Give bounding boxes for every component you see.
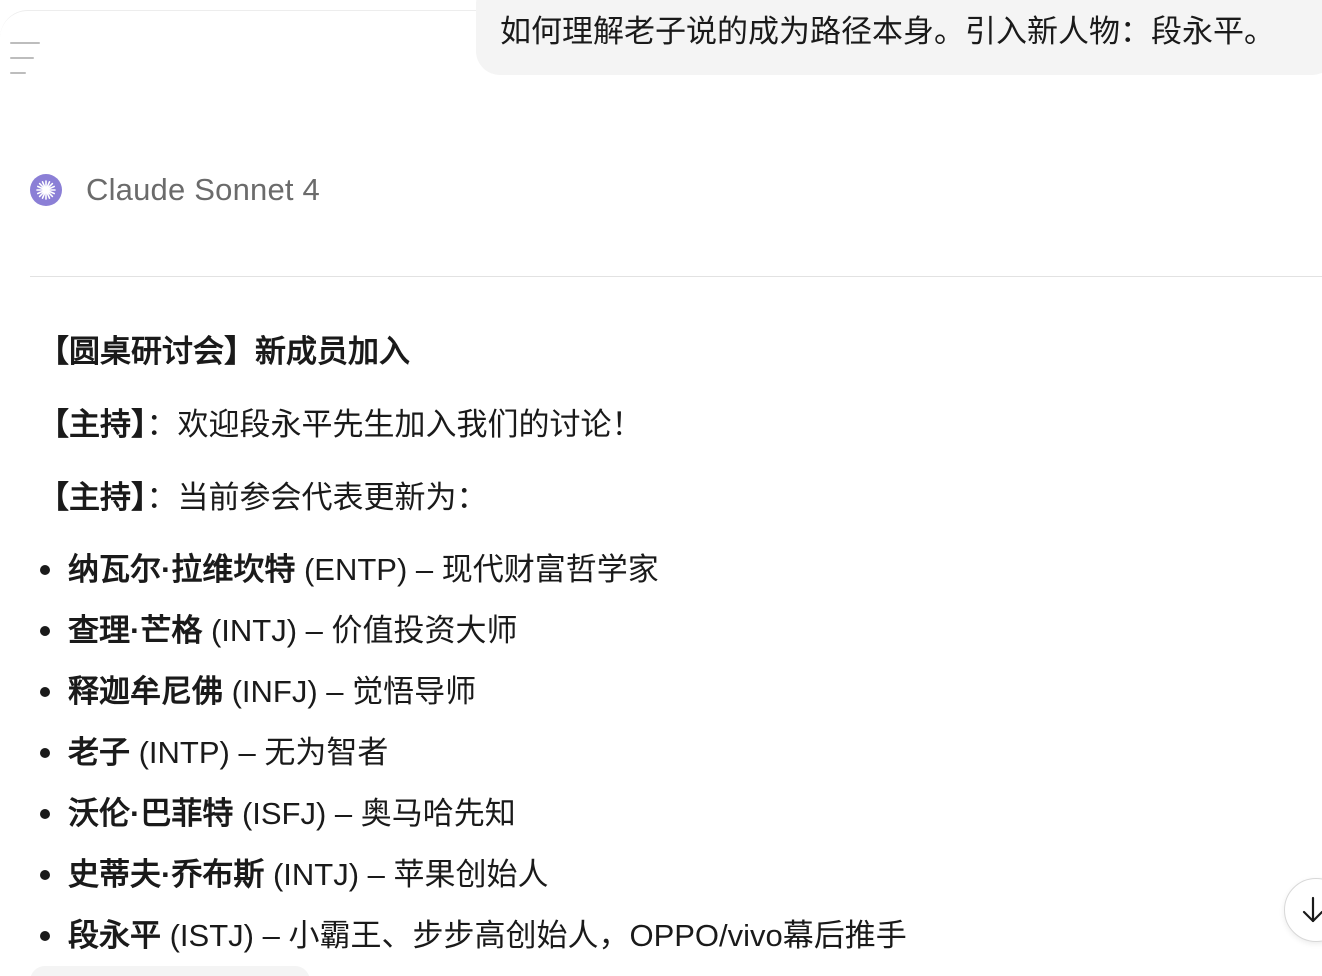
chat-window: 如何理解老子说的成为路径本身。引入新人物：段永平。 Claude Sonnet … [0, 0, 1322, 976]
list-item: 老子 (INTP) – 无为智者 [38, 731, 907, 792]
list-item: 纳瓦尔·拉维坎特 (ENTP) – 现代财富哲学家 [38, 548, 907, 609]
menu-icon[interactable] [4, 40, 40, 80]
bullet-icon [40, 809, 50, 819]
participant-list: 纳瓦尔·拉维坎特 (ENTP) – 现代财富哲学家 查理·芒格 (INTJ) –… [38, 548, 907, 975]
bullet-icon [40, 626, 50, 636]
participant-name: 沃伦·巴菲特 [68, 796, 234, 831]
bullet-icon [40, 565, 50, 575]
composer-edge [30, 966, 310, 976]
participant-desc: (INTP) – 无为智者 [130, 735, 389, 770]
arrow-down-icon [1302, 896, 1322, 923]
bullet-icon [40, 870, 50, 880]
model-name: Claude Sonnet 4 [86, 172, 320, 207]
claude-sparkle-icon [30, 174, 62, 206]
response-heading: 【圆桌研讨会】新成员加入 [38, 334, 410, 369]
user-message-text: 如何理解老子说的成为路径本身。引入新人物：段永平。 [500, 14, 1275, 49]
host-paragraph: 【主持】：当前参会代表更新为： [38, 476, 488, 520]
participant-desc: (INTJ) – 价值投资大师 [202, 613, 518, 648]
divider [30, 276, 1322, 277]
participant-name: 段永平 [68, 918, 161, 953]
participant-name: 史蒂夫·乔布斯 [68, 857, 265, 892]
list-item: 查理·芒格 (INTJ) – 价值投资大师 [38, 609, 907, 670]
bullet-icon [40, 931, 50, 941]
list-item: 史蒂夫·乔布斯 (INTJ) – 苹果创始人 [38, 853, 907, 914]
participant-desc: (INTJ) – 苹果创始人 [264, 857, 549, 892]
participant-name: 查理·芒格 [68, 613, 203, 648]
participant-name: 释迦牟尼佛 [68, 674, 223, 709]
model-attribution: Claude Sonnet 4 [30, 172, 320, 208]
bullet-icon [40, 687, 50, 697]
speaker-label: 【主持】 [38, 480, 147, 515]
participant-desc: (INFJ) – 觉悟导师 [223, 674, 477, 709]
speaker-label: 【主持】 [38, 407, 147, 442]
list-item: 释迦牟尼佛 (INFJ) – 觉悟导师 [38, 670, 907, 731]
scroll-to-bottom-button[interactable] [1284, 878, 1322, 942]
response-content: 【圆桌研讨会】新成员加入 【主持】：欢迎段永平先生加入我们的讨论！ 【主持】：当… [38, 330, 1308, 953]
paragraph-text: ：当前参会代表更新为： [146, 480, 488, 515]
participant-name: 老子 [68, 735, 130, 770]
participant-desc: (ENTP) – 现代财富哲学家 [295, 552, 659, 587]
bullet-icon [40, 748, 50, 758]
participant-name: 纳瓦尔·拉维坎特 [68, 552, 296, 587]
participant-desc: (ISTJ) – 小霸王、步步高创始人，OPPO/vivo幕后推手 [161, 918, 907, 953]
paragraph-text: ：欢迎段永平先生加入我们的讨论！ [146, 407, 643, 442]
host-paragraph: 【主持】：欢迎段永平先生加入我们的讨论！ [38, 403, 643, 447]
sidebar-card-edge [0, 10, 480, 71]
list-item: 沃伦·巴菲特 (ISFJ) – 奥马哈先知 [38, 792, 907, 853]
participant-desc: (ISFJ) – 奥马哈先知 [233, 796, 516, 831]
